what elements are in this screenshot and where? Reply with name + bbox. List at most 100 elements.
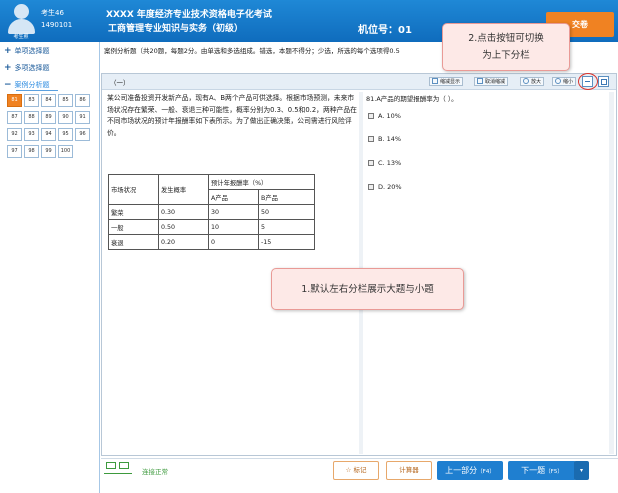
- button-label: 标记: [353, 466, 367, 474]
- option-a[interactable]: A. 10%: [368, 112, 401, 120]
- table-cell: 繁荣: [108, 204, 159, 220]
- question-panel: （一） 缩减显示 取消缩减 放大 缩小 某公司准备投资开发新产品，现有A、B两个…: [101, 73, 617, 456]
- option-d[interactable]: D. 20%: [368, 183, 402, 191]
- callout-text: 2.点击按钮可切换: [468, 33, 544, 44]
- question-number-87[interactable]: 87: [7, 111, 22, 124]
- button-label: 取消缩减: [485, 79, 506, 85]
- zoom-in-button[interactable]: 放大: [520, 77, 545, 86]
- question-number-95[interactable]: 95: [58, 128, 73, 141]
- monitor-icon: [119, 462, 129, 469]
- question-number-85[interactable]: 85: [58, 94, 73, 107]
- option-c[interactable]: C. 13%: [368, 159, 401, 167]
- button-label: 缩减显示: [440, 79, 461, 85]
- option-checkbox[interactable]: [368, 136, 374, 142]
- section-instruction: 案例分析题（共20题，每题2分。由单选和多选组成。错选，本题不得分；少选，所选的…: [104, 47, 400, 55]
- question-number-96[interactable]: 96: [75, 128, 90, 141]
- option-text: 10%: [386, 112, 401, 120]
- button-label: 缩小: [563, 79, 574, 85]
- option-key: B.: [378, 135, 385, 143]
- option-checkbox[interactable]: [368, 113, 374, 119]
- highlight-ring: [578, 73, 598, 90]
- previous-part-button[interactable]: 上一部分（F4）: [437, 461, 503, 480]
- avatar: 考生照: [6, 1, 36, 40]
- option-key: D.: [378, 183, 386, 191]
- monitor-icon: [106, 462, 116, 469]
- option-checkbox[interactable]: [368, 184, 374, 190]
- network-icon: [106, 462, 130, 472]
- section-case-analysis[interactable]: − 案例分析题: [4, 80, 50, 90]
- zoom-out-button[interactable]: 缩小: [552, 77, 577, 86]
- restore-display-button[interactable]: 缩减显示: [429, 77, 464, 86]
- option-key: A.: [378, 112, 385, 120]
- split-horizontal-button[interactable]: [598, 76, 609, 87]
- question-number-89[interactable]: 89: [41, 111, 56, 124]
- table-cell: 10: [208, 219, 259, 235]
- table-cell: 0: [208, 234, 259, 250]
- question-number-93[interactable]: 93: [24, 128, 39, 141]
- option-b[interactable]: B. 14%: [368, 135, 401, 143]
- table-cell: 0.50: [158, 219, 209, 235]
- question-number-90[interactable]: 90: [58, 111, 73, 124]
- question-stem: 81.A产品的期望报酬率为（ ）。: [366, 95, 458, 103]
- machine-number: 机位号：01: [358, 25, 412, 36]
- callout-text: 为上下分栏: [482, 50, 530, 61]
- avatar-body-icon: [8, 19, 35, 34]
- next-question-button[interactable]: 下一题（F5）: [508, 461, 576, 480]
- option-checkbox[interactable]: [368, 160, 374, 166]
- table-cell: 0.20: [158, 234, 209, 250]
- return-table: 市场状况 发生概率 预计年报酬率（%） A产品 B产品 繁荣 0.30 30 5…: [108, 174, 315, 250]
- table-cell: 衰退: [108, 234, 159, 250]
- question-scrollbar[interactable]: [609, 92, 614, 454]
- shortcut-label: （F5）: [545, 469, 563, 475]
- question-number-84[interactable]: 84: [41, 94, 56, 107]
- table-header: 发生概率: [158, 174, 209, 205]
- table-header: 市场状况: [108, 174, 159, 205]
- question-number-91[interactable]: 91: [75, 111, 90, 124]
- table-cell: 0.30: [158, 204, 209, 220]
- restore-icon: [432, 78, 438, 84]
- question-number-92[interactable]: 92: [7, 128, 22, 141]
- question-number-83[interactable]: 83: [24, 94, 39, 107]
- question-number-98[interactable]: 98: [24, 145, 39, 158]
- option-text: 13%: [386, 159, 402, 167]
- split-horizontal-icon: [601, 79, 607, 85]
- calculator-button[interactable]: 计算器: [386, 461, 432, 480]
- network-status: 连接正常: [142, 468, 168, 476]
- expand-icon: +: [4, 63, 12, 73]
- network-line: [104, 473, 132, 474]
- table-cell: 一般: [108, 219, 159, 235]
- exam-title: XXXX 年度经济专业技术资格电子化考试: [106, 10, 272, 20]
- cancel-icon: [477, 78, 483, 84]
- question-number-97[interactable]: 97: [7, 145, 22, 158]
- section-label: 单项选择题: [14, 47, 50, 55]
- table-header: A产品: [208, 189, 259, 205]
- button-label: 下一题: [521, 466, 546, 475]
- zoom-out-icon: [555, 78, 561, 84]
- question-number-88[interactable]: 88: [24, 111, 39, 124]
- table-row: 一般 0.50 10 5: [108, 219, 315, 235]
- panel-toolbar: （一） 缩减显示 取消缩减 放大 缩小: [102, 74, 616, 90]
- question-number-86[interactable]: 86: [75, 94, 90, 107]
- cancel-restore-button[interactable]: 取消缩减: [474, 77, 509, 86]
- mark-button[interactable]: ☆ 标记: [333, 461, 379, 480]
- chevron-down-icon[interactable]: ▾: [574, 461, 589, 480]
- option-text: 20%: [387, 183, 402, 191]
- question-number-99[interactable]: 99: [41, 145, 56, 158]
- collapse-icon: −: [4, 80, 12, 90]
- section-multiple-choice[interactable]: + 多项选择题: [4, 63, 50, 73]
- avatar-head-icon: [14, 4, 29, 19]
- option-key: C.: [378, 159, 385, 167]
- case-number: （一）: [110, 79, 130, 87]
- exam-subject: 工商管理专业知识与实务（初级）: [108, 24, 244, 34]
- question-number-100[interactable]: 100: [58, 145, 73, 158]
- table-row: 繁荣 0.30 30 50: [108, 204, 315, 220]
- question-number-94[interactable]: 94: [41, 128, 56, 141]
- table-row: 衰退 0.20 0 -15: [108, 234, 315, 250]
- tip-callout-default: 1.默认左右分栏展示大题与小题: [271, 268, 464, 310]
- button-label: 上一部分: [445, 466, 478, 475]
- table-cell: 30: [208, 204, 259, 220]
- section-single-choice[interactable]: + 单项选择题: [4, 46, 50, 56]
- question-number-81[interactable]: 81: [7, 94, 22, 107]
- table-cell: -15: [258, 234, 315, 250]
- section-label: 案例分析题: [14, 81, 50, 89]
